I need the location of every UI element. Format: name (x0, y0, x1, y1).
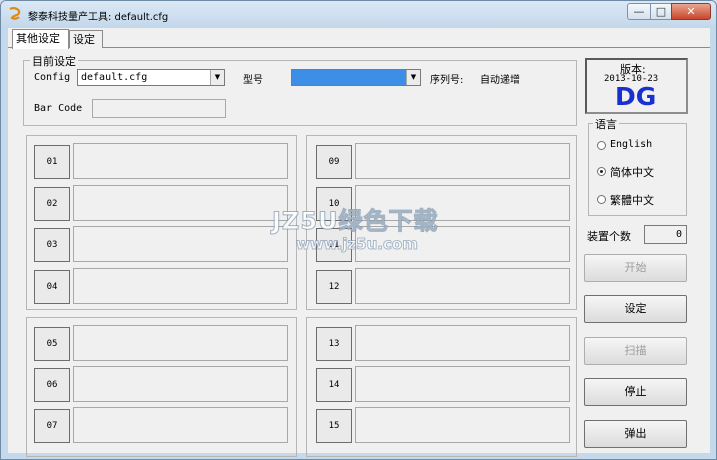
close-button[interactable]: ✕ (671, 3, 711, 20)
eject-button[interactable]: 弹出 (584, 420, 687, 448)
minimize-button[interactable]: — (627, 3, 651, 20)
slot-status-06 (73, 366, 288, 402)
slot-button-07[interactable]: 07 (34, 409, 70, 443)
chevron-down-icon[interactable]: ▼ (406, 70, 420, 85)
slot-status-13 (355, 325, 570, 361)
main-panel: 其他设定 设定 目前设定 Config default.cfg ▼ 型号 ▼ 序… (8, 28, 710, 457)
tab-other-settings[interactable]: 其他设定 (12, 29, 69, 49)
slot-button-03[interactable]: 03 (34, 228, 70, 262)
slot-button-09[interactable]: 09 (316, 145, 352, 179)
config-label: Config (34, 72, 71, 83)
settings-button[interactable]: 设定 (584, 295, 687, 323)
slot-status-15 (355, 407, 570, 443)
radio-simplified-chinese[interactable] (597, 167, 606, 176)
slot-status-05 (73, 325, 288, 361)
config-value: default.cfg (81, 72, 148, 83)
slot-status-01 (73, 143, 288, 179)
slot-button-15[interactable]: 15 (316, 409, 352, 443)
device-count-field: 0 (644, 225, 687, 244)
language-legend: 语言 (593, 116, 619, 132)
barcode-input[interactable] (92, 99, 226, 118)
maximize-button[interactable]: □ (650, 3, 672, 20)
slot-button-01[interactable]: 01 (34, 145, 70, 179)
english-label[interactable]: English (610, 139, 652, 150)
current-settings-legend: 目前设定 (30, 53, 78, 69)
barcode-label: Bar Code (34, 103, 83, 114)
title-bar[interactable]: 黎泰科技量产工具: default.cfg — □ ✕ (1, 1, 716, 29)
radio-traditional-chinese[interactable] (597, 195, 606, 204)
slot-status-04 (73, 268, 288, 304)
current-settings-group: 目前设定 Config default.cfg ▼ 型号 ▼ 序列号: 自动递增… (23, 53, 577, 126)
slot-button-13[interactable]: 13 (316, 327, 352, 361)
slot-button-04[interactable]: 04 (34, 270, 70, 304)
window-title: 黎泰科技量产工具: default.cfg (28, 12, 169, 23)
slot-status-03 (73, 226, 288, 262)
tab-divider (8, 47, 710, 48)
slot-button-10[interactable]: 10 (316, 187, 352, 221)
serial-value: 自动递增 (480, 75, 520, 86)
chevron-down-icon[interactable]: ▼ (210, 70, 224, 85)
slot-button-02[interactable]: 02 (34, 187, 70, 221)
slot-status-02 (73, 185, 288, 221)
slot-status-12 (355, 268, 570, 304)
stop-button[interactable]: 停止 (584, 378, 687, 406)
config-select[interactable]: default.cfg ▼ (77, 69, 225, 86)
serial-label: 序列号: (430, 75, 464, 86)
device-count-label: 装置个数 (587, 230, 631, 243)
simplified-chinese-label[interactable]: 简体中文 (610, 164, 654, 180)
start-button[interactable]: 开始 (584, 254, 687, 282)
scan-button[interactable]: 扫描 (584, 337, 687, 365)
slot-button-12[interactable]: 12 (316, 270, 352, 304)
brand-logo: DG (615, 82, 657, 111)
slot-button-06[interactable]: 06 (34, 368, 70, 402)
traditional-chinese-label[interactable]: 繁體中文 (610, 192, 654, 208)
version-box: 版本: 2013-10-23 DG (585, 58, 688, 114)
radio-english[interactable] (597, 141, 606, 150)
model-label: 型号 (243, 75, 263, 86)
model-select[interactable]: ▼ (291, 69, 421, 86)
slot-status-07 (73, 407, 288, 443)
slot-button-05[interactable]: 05 (34, 327, 70, 361)
app-window: 黎泰科技量产工具: default.cfg — □ ✕ 其他设定 设定 目前设定… (0, 0, 717, 460)
slot-status-09 (355, 143, 570, 179)
app-logo-icon (9, 7, 21, 20)
tab-settings[interactable]: 设定 (69, 30, 103, 48)
language-group: 语言 English 简体中文 繁體中文 (588, 116, 687, 216)
device-count-value: 0 (675, 229, 682, 240)
slot-button-14[interactable]: 14 (316, 368, 352, 402)
slot-button-11[interactable]: 11 (316, 228, 352, 262)
slot-status-10 (355, 185, 570, 221)
slot-status-14 (355, 366, 570, 402)
slot-status-11 (355, 226, 570, 262)
